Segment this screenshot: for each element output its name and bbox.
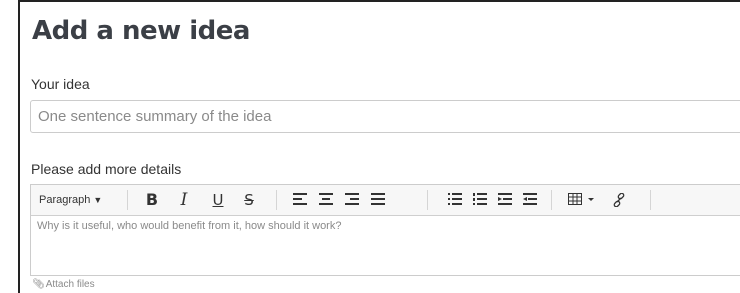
numbered-list-button[interactable] [473,185,487,215]
indent-icon [523,193,537,205]
page-title: Add a new idea [32,16,250,46]
bold-button[interactable]: B [143,185,161,215]
align-left-button[interactable] [293,185,307,215]
align-center-icon [319,193,333,205]
table-dropdown-button[interactable] [568,185,602,215]
toolbar-separator [551,190,552,210]
toolbar-separator [650,190,651,210]
idea-summary-input[interactable] [30,100,740,133]
toolbar-separator [427,190,428,210]
toolbar-separator [127,190,128,210]
details-editor-area[interactable]: Why is it useful, who would benefit from… [31,216,740,276]
caret-down-icon: ▼ [93,195,103,205]
paragraph-format-dropdown[interactable]: Paragraph ▼ [39,185,102,215]
align-right-button[interactable] [345,185,359,215]
align-justify-icon [371,193,385,205]
bullet-list-button[interactable] [448,185,462,215]
align-center-button[interactable] [319,185,333,215]
align-left-icon [293,193,307,205]
paragraph-format-label: Paragraph [39,194,91,206]
outdent-button[interactable] [498,185,512,215]
idea-label: Your idea [31,76,90,92]
insert-link-button[interactable] [612,185,626,215]
attach-files-link[interactable]: 📎︎Attach files [32,279,95,290]
paperclip-icon: 📎︎ [32,279,45,290]
outdent-icon [498,193,512,205]
strikethrough-button[interactable]: S [241,185,257,215]
editor-toolbar: Paragraph ▼ B I U S [31,185,740,216]
details-label: Please add more details [31,161,182,177]
bullet-list-icon [448,193,462,205]
align-justify-button[interactable] [371,185,385,215]
toolbar-separator [276,190,277,210]
details-placeholder: Why is it useful, who would benefit from… [37,220,342,232]
numbered-list-icon [473,193,487,205]
table-icon [568,193,594,205]
link-icon [613,193,625,207]
indent-button[interactable] [523,185,537,215]
rich-text-editor: Paragraph ▼ B I U S Why is it useful, wh… [30,184,740,276]
align-right-icon [345,193,359,205]
underline-button[interactable]: U [210,185,226,215]
italic-button[interactable]: I [175,185,193,215]
attach-files-label: Attach files [45,279,95,290]
